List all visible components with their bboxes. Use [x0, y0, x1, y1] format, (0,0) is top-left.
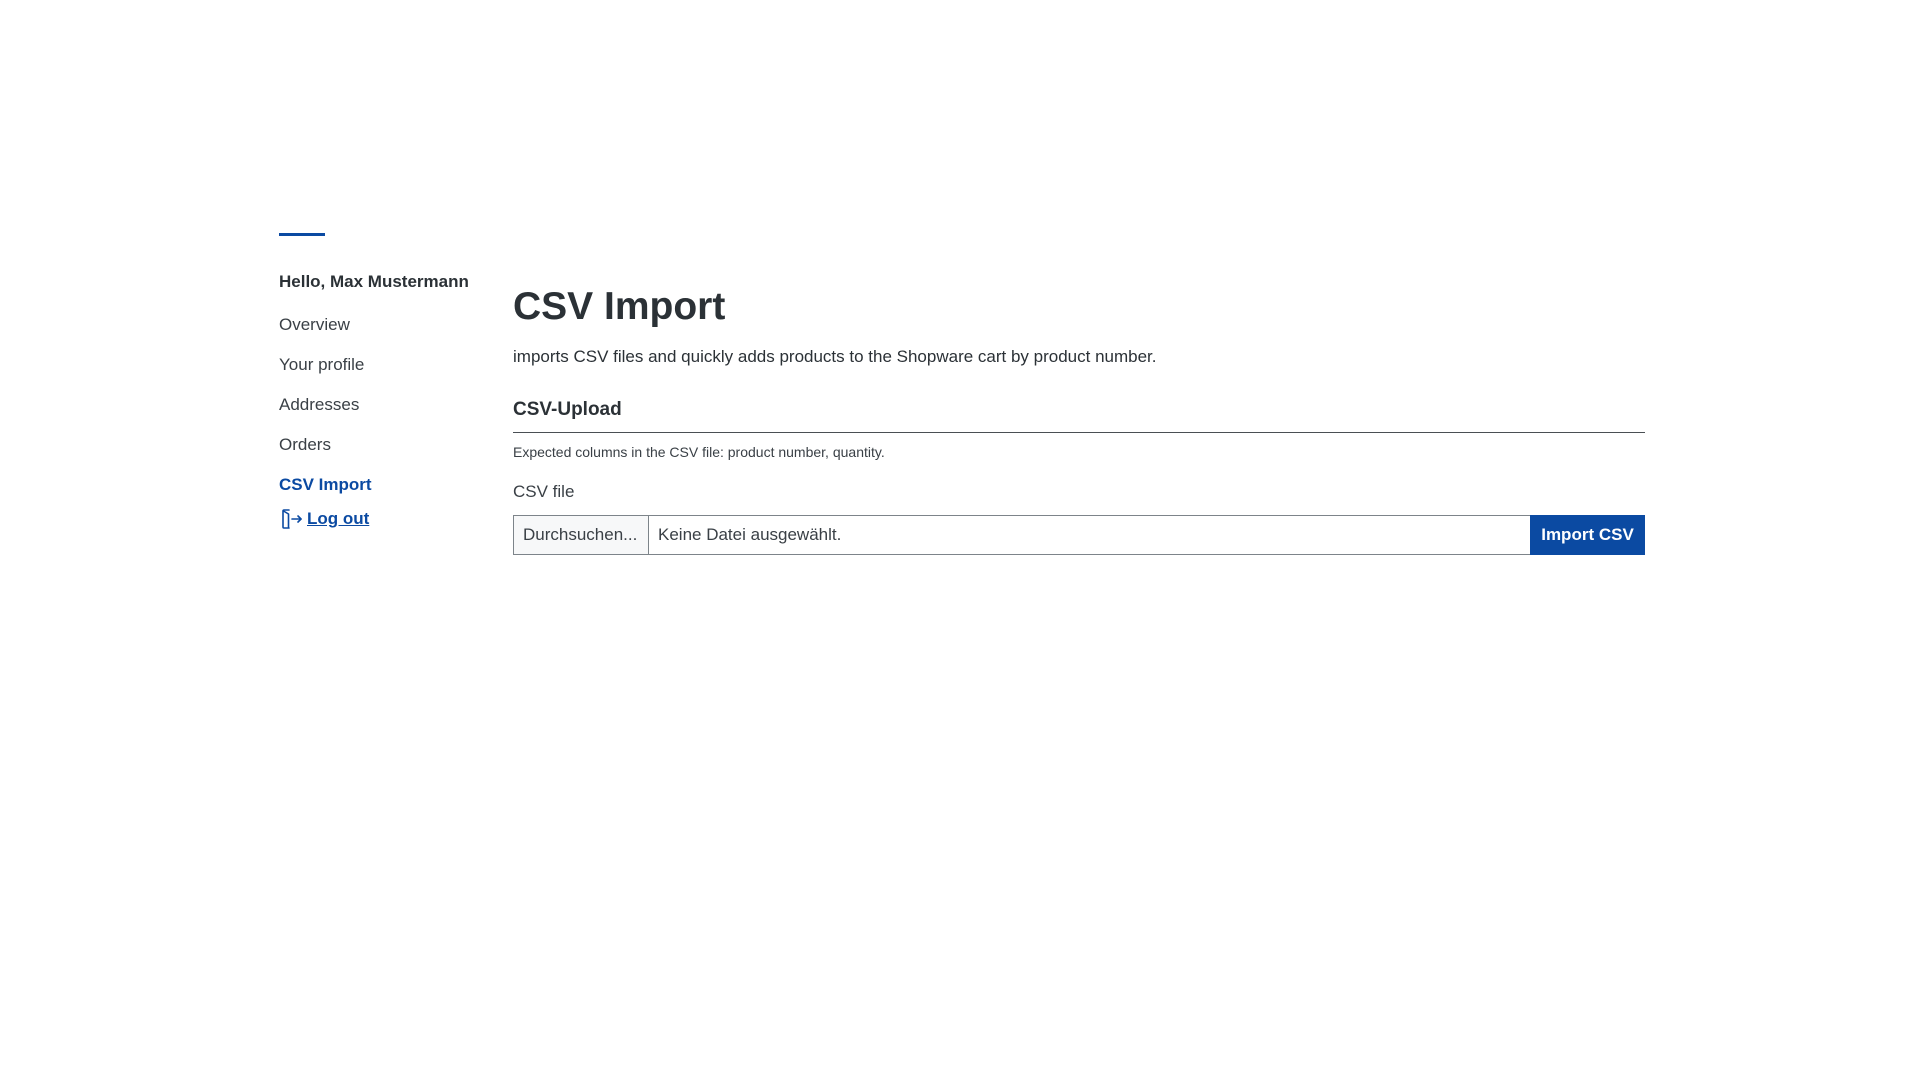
main-content: CSV Import imports CSV files and quickly… — [513, 282, 1645, 555]
columns-hint: Expected columns in the CSV file: produc… — [513, 444, 885, 460]
upload-row: Durchsuchen... Keine Datei ausgewählt. I… — [513, 515, 1645, 555]
account-nav: Overview Your profile Addresses Orders C… — [279, 314, 489, 495]
browse-button[interactable]: Durchsuchen... — [514, 516, 649, 554]
nav-item-csv-import[interactable]: CSV Import — [279, 474, 489, 495]
account-greeting: Hello, Max Mustermann — [279, 272, 469, 291]
logout-link[interactable]: Log out — [279, 507, 489, 531]
page-description: imports CSV files and quickly adds produ… — [513, 347, 1157, 366]
nav-item-your-profile[interactable]: Your profile — [279, 354, 489, 375]
logout-icon — [279, 507, 303, 531]
sidebar-accent-line — [279, 233, 325, 236]
nav-item-addresses[interactable]: Addresses — [279, 394, 489, 415]
csv-file-label: CSV file — [513, 482, 575, 501]
nav-item-overview[interactable]: Overview — [279, 314, 489, 335]
logout-label[interactable]: Log out — [307, 509, 369, 529]
section-title: CSV-Upload — [513, 398, 1645, 433]
nav-item-orders[interactable]: Orders — [279, 434, 489, 455]
account-page: Hello, Max Mustermann Overview Your prof… — [0, 0, 1920, 1080]
page-title: CSV Import — [513, 285, 726, 328]
import-csv-button[interactable]: Import CSV — [1530, 515, 1645, 555]
file-status: Keine Datei ausgewählt. — [658, 525, 842, 544]
csv-file-input[interactable]: Durchsuchen... Keine Datei ausgewählt. — [513, 515, 1530, 555]
account-sidebar: Hello, Max Mustermann Overview Your prof… — [279, 233, 489, 531]
